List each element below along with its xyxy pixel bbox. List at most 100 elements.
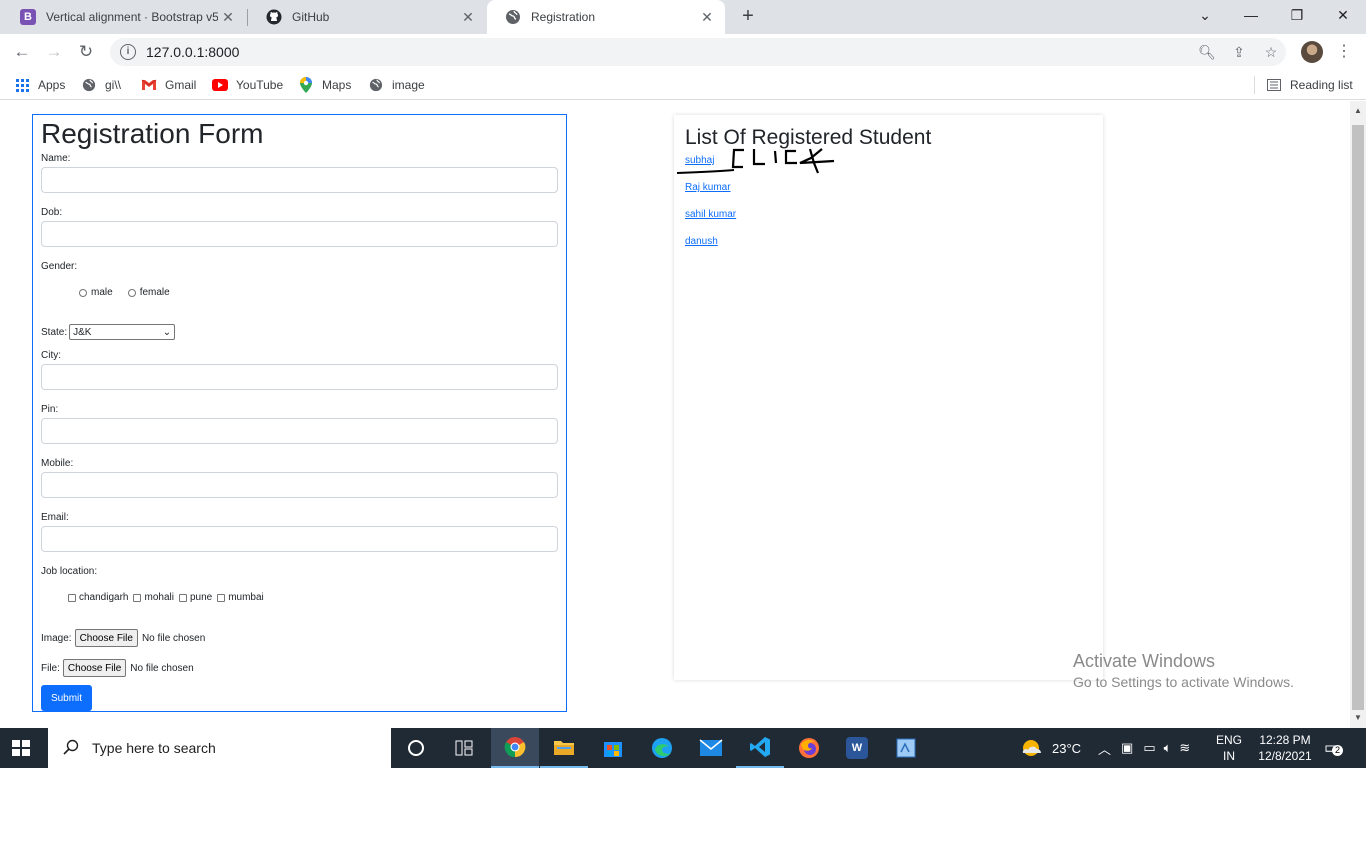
address-bar[interactable]: i 127.0.0.1:8000 🔍︎ ⇪ ☆ xyxy=(110,38,1286,66)
bookmark-image[interactable]: image xyxy=(368,76,425,94)
bookmark-star-icon[interactable]: ☆ xyxy=(1262,43,1280,61)
meet-now-icon[interactable]: ▣ xyxy=(1121,740,1133,756)
bookmark-label: Gmail xyxy=(165,78,197,92)
vscode-icon[interactable] xyxy=(736,728,784,768)
job-checkbox-mumbai[interactable] xyxy=(217,593,226,602)
mobile-field[interactable] xyxy=(41,472,558,498)
tab-registration[interactable]: Registration ✕ xyxy=(487,0,725,34)
github-icon xyxy=(266,9,282,25)
profile-avatar[interactable] xyxy=(1301,41,1323,63)
mail-icon[interactable] xyxy=(687,728,735,768)
scroll-down-icon[interactable]: ▼ xyxy=(1354,713,1362,722)
notification-center[interactable]: ▭ 2 xyxy=(1324,728,1343,768)
share-icon[interactable]: ⇪ xyxy=(1230,43,1248,61)
submit-button[interactable]: Submit xyxy=(41,685,92,711)
image-label: Image: xyxy=(41,632,72,644)
url-text[interactable]: 127.0.0.1:8000 xyxy=(146,44,239,60)
close-window-button[interactable]: ✕ xyxy=(1320,0,1366,30)
close-tab-icon[interactable]: ✕ xyxy=(218,9,238,26)
name-label: Name: xyxy=(41,153,71,164)
scroll-thumb[interactable] xyxy=(1352,125,1364,710)
scroll-up-icon[interactable]: ▲ xyxy=(1354,106,1362,115)
new-tab-button[interactable]: + xyxy=(737,5,759,27)
clock[interactable]: 12:28 PM 12/8/2021 xyxy=(1254,728,1316,768)
page-scrollbar[interactable]: ▲ ▼ xyxy=(1350,101,1366,728)
cortana-icon[interactable] xyxy=(392,728,440,768)
dob-label: Dob: xyxy=(41,207,63,218)
forward-button[interactable]: → xyxy=(42,41,66,63)
tab-bootstrap[interactable]: B Vertical alignment · Bootstrap v5. ✕ xyxy=(2,0,246,34)
pin-label: Pin: xyxy=(41,404,59,415)
reading-list-button[interactable]: Reading list xyxy=(1266,76,1353,94)
restore-button[interactable]: ❐ xyxy=(1274,0,1320,30)
bookmark-apps[interactable]: Apps xyxy=(14,76,65,94)
tab-title: GitHub xyxy=(292,10,330,24)
student-link[interactable]: Raj kumar xyxy=(685,182,1092,194)
image-choose-file-button[interactable]: Choose File xyxy=(74,629,138,647)
battery-icon[interactable]: ▭ xyxy=(1143,740,1155,756)
city-label: City: xyxy=(41,350,61,361)
firefox-icon[interactable] xyxy=(785,728,833,768)
email-field[interactable] xyxy=(41,526,558,552)
bootstrap-icon: B xyxy=(20,9,36,25)
volume-icon[interactable]: 🔈︎ xyxy=(1164,740,1172,756)
name-field[interactable] xyxy=(41,167,558,193)
reading-list-icon xyxy=(1266,77,1282,93)
gender-radio-male[interactable] xyxy=(79,288,87,297)
language-indicator[interactable]: ENG IN xyxy=(1216,728,1242,768)
file-file-status: No file chosen xyxy=(130,662,194,674)
file-choose-file-button[interactable]: Choose File xyxy=(62,659,127,677)
file-label: File: xyxy=(41,662,60,674)
city-field[interactable] xyxy=(41,364,558,390)
site-info-icon[interactable]: i xyxy=(120,44,136,60)
zoom-icon[interactable]: 🔍︎ xyxy=(1198,43,1216,61)
chrome-taskbar-icon[interactable] xyxy=(491,728,539,768)
bookmark-youtube[interactable]: YouTube xyxy=(212,76,283,94)
gender-option-label: male xyxy=(91,287,113,298)
wifi-icon[interactable]: ≋ xyxy=(1179,740,1190,756)
close-tab-icon[interactable]: ✕ xyxy=(458,9,478,26)
close-tab-icon[interactable]: ✕ xyxy=(697,9,717,26)
show-hidden-icons-chevron-icon[interactable]: ︿ xyxy=(1098,739,1111,758)
bookmark-gi[interactable]: gi\\ xyxy=(81,76,121,94)
notification-icon: ▭ 2 xyxy=(1324,738,1343,758)
back-button[interactable]: ← xyxy=(10,41,34,63)
state-select[interactable]: J&K ⌄ xyxy=(69,324,176,340)
pin-field[interactable] xyxy=(41,418,558,444)
tab-github[interactable]: GitHub ✕ xyxy=(248,0,486,34)
bookmarks-bar: Apps gi\\ Gmail YouTube Maps image Readi… xyxy=(0,70,1366,100)
task-view-icon[interactable] xyxy=(440,728,488,768)
tab-strip: B Vertical alignment · Bootstrap v5. ✕ G… xyxy=(0,0,1366,34)
file-explorer-icon[interactable] xyxy=(540,728,588,768)
tab-title: Registration xyxy=(531,10,596,24)
dob-field[interactable] xyxy=(41,221,558,247)
taskbar-search[interactable]: Type here to search xyxy=(48,728,391,768)
minimize-button[interactable]: — xyxy=(1228,0,1274,30)
student-link[interactable]: sahil kumar xyxy=(685,209,1092,221)
student-link[interactable]: danush xyxy=(685,236,1092,248)
chevron-down-icon: ⌄ xyxy=(162,326,172,338)
bookmark-maps[interactable]: Maps xyxy=(298,76,351,94)
gender-radio-female[interactable] xyxy=(127,288,136,297)
microsoft-store-icon[interactable] xyxy=(589,728,637,768)
bookmark-label: Apps xyxy=(38,78,66,92)
file-upload-row: File: Choose File No file chosen xyxy=(41,659,558,677)
registration-form: Registration Form Name: Dob: Gender: mal… xyxy=(32,114,567,712)
browser-menu-icon[interactable]: ⋮ xyxy=(1336,41,1352,63)
windows-start-icon[interactable] xyxy=(12,740,30,756)
job-checkbox-mohali[interactable] xyxy=(133,593,142,602)
job-checkbox-pune[interactable] xyxy=(178,593,187,602)
paint-app-icon[interactable] xyxy=(882,728,930,768)
youtube-icon xyxy=(212,77,228,93)
student-list-card: List Of Registered Student subhaj Raj ku… xyxy=(674,115,1103,680)
bookmarks-divider xyxy=(1254,76,1255,94)
apps-grid-icon xyxy=(14,77,30,93)
reload-button[interactable]: ↻ xyxy=(74,41,98,63)
bookmark-gmail[interactable]: Gmail xyxy=(141,76,196,94)
tab-search-icon[interactable]: ⌄ xyxy=(1182,0,1228,30)
edge-icon[interactable] xyxy=(638,728,686,768)
bookmark-label: Maps xyxy=(322,78,352,92)
weather-widget[interactable]: 23°C xyxy=(1020,728,1081,768)
job-checkbox-chandigarh[interactable] xyxy=(68,593,76,602)
word-icon[interactable]: W xyxy=(833,728,881,768)
